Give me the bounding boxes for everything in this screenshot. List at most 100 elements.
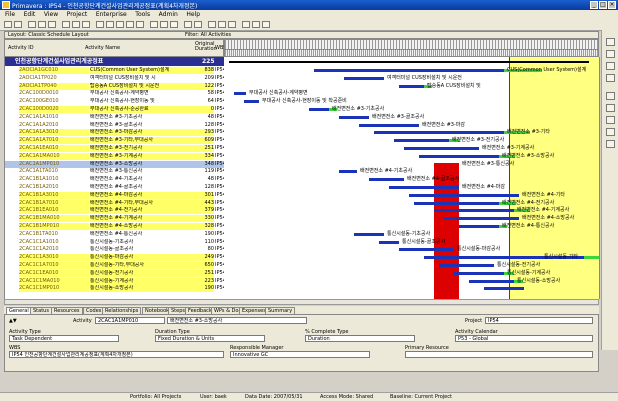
close-button[interactable]: × [608, 1, 616, 9]
table-row[interactable]: 2CAC1C1A3010 통신시설동-마감공사 249 IP54 [5, 254, 225, 262]
activity-bar[interactable] [314, 69, 504, 72]
assignments-icon[interactable] [606, 104, 615, 112]
gantt-timescale[interactable] [224, 39, 599, 57]
level-icon[interactable] [218, 21, 226, 28]
activity-bar[interactable] [434, 162, 459, 299]
activity-type-select[interactable]: Task Dependent [9, 335, 119, 342]
cut-icon[interactable] [62, 21, 70, 28]
directory-icon[interactable] [606, 50, 615, 58]
zoom-fit-icon[interactable] [262, 21, 270, 28]
table-row[interactable]: 2CAC100GE010 부대공사 신축공사-현장이동 및 64 IP54 [5, 98, 225, 105]
menu-view[interactable]: View [44, 10, 58, 19]
table-row[interactable]: 2CAC1B1MP010 배전변전소 #4-소방공사 328 IP54 [5, 223, 225, 230]
table-row[interactable]: 2CAC1A1A3010 배전변전소 #3-마감공사 293 IP54 [5, 129, 225, 137]
menu-tools[interactable]: Tools [135, 10, 150, 19]
table-row[interactable]: 2CAC1C1MA010 통신시설동-기계공사 223 IP54 [5, 277, 225, 285]
duration-type-select[interactable]: Fixed Duration & Units [155, 335, 265, 342]
table-row[interactable]: 2CAC1A1A7010 배전변전소 #3-기타,부대공사 609 IP54 [5, 137, 225, 145]
table-row[interactable]: 2CAC1B1A3010 배전변전소 #4-마감공사 301 IP54 [5, 191, 225, 199]
table-row[interactable]: 2CAC1A1MP010 배전변전소 #3-소방공사 348 IP54 [5, 160, 225, 168]
menu-file[interactable]: File [5, 10, 15, 19]
activity-bar[interactable] [399, 248, 454, 252]
wbs-strip-icon[interactable] [606, 74, 615, 82]
layout-icon[interactable] [150, 21, 158, 28]
open-icon[interactable] [28, 21, 36, 28]
activity-bar[interactable] [309, 108, 329, 111]
activity-bar[interactable] [234, 92, 246, 96]
table-row[interactable]: 2CAC1A1A2010 배전변전소 #3-골조공사 128 IP54 [5, 122, 225, 129]
activity-bar[interactable] [339, 115, 369, 119]
primary-resource-field[interactable] [405, 351, 593, 358]
table-row[interactable]: 2CAC1A1EA010 배전변전소 #3-전기공사 251 IP54 [5, 145, 225, 152]
close-view-icon[interactable] [606, 38, 615, 46]
columns-icon[interactable] [160, 21, 168, 28]
activity-bar[interactable] [439, 264, 494, 267]
table-row[interactable]: 2CAC1A1TA010 배전변전소 #3-통신공사 119 IP54 [5, 168, 225, 175]
table-row[interactable]: 2CAC1B1TA010 배전변전소 #4-통신공사 190 IP54 [5, 231, 225, 238]
table-row[interactable]: 2CAC1C1A7010 통신시설동-기타,부대공사 650 IP54 [5, 262, 225, 269]
menu-enterprise[interactable]: Enterprise [96, 10, 127, 19]
activity-bar[interactable] [404, 147, 479, 150]
pct-type-select[interactable]: Duration [305, 335, 415, 342]
forward-icon[interactable] [14, 21, 22, 28]
table-row[interactable]: 2CAC1A1MA010 배전변전소 #3-기계공사 334 IP54 [5, 152, 225, 160]
activity-bar[interactable] [394, 139, 449, 143]
print-preview-icon[interactable] [48, 21, 56, 28]
activity-bar[interactable] [374, 131, 504, 135]
menu-project[interactable]: Project [67, 10, 88, 19]
back-icon[interactable] [4, 21, 12, 28]
activity-id-field[interactable]: 2CAC1A1MP010 [95, 317, 165, 324]
table-row[interactable]: 2AOCIA1GC010 CUS(Common User System)설계 838… [5, 67, 225, 74]
print-icon[interactable] [38, 21, 46, 28]
tracking-icon[interactable] [136, 21, 144, 28]
wbs-icon[interactable] [106, 21, 114, 28]
bars-icon[interactable] [170, 21, 178, 28]
table-row[interactable]: 2CAC1B1A7010 배전변전소 #4-기타,부대공사 443 IP54 [5, 199, 225, 207]
table-row[interactable]: 2CAC100D0010 부대공사 신축공사-계약평면 58 IP54 [5, 90, 225, 97]
activity-bar[interactable] [469, 279, 514, 283]
manager-field[interactable]: Innovative GC [230, 351, 370, 358]
activity-bar[interactable] [434, 209, 514, 213]
activity-bar[interactable] [414, 201, 499, 205]
zoom-out-icon[interactable] [252, 21, 260, 28]
issues-icon[interactable] [606, 128, 615, 136]
table-row[interactable]: 2CAC1B1A2010 배전변전소 #4-골조공사 128 IP54 [5, 184, 225, 191]
activity-bar[interactable] [389, 186, 459, 189]
copy-icon[interactable] [72, 21, 80, 28]
activity-bar[interactable] [339, 170, 357, 174]
col-original-duration[interactable]: Original Duration [195, 42, 217, 52]
table-row[interactable]: 2CAC1A1A1010 배전변전소 #3-기초공사 48 IP54 [5, 114, 225, 121]
menu-help[interactable]: Help [186, 10, 200, 19]
activity-bar[interactable] [409, 193, 519, 197]
zoom-in-icon[interactable] [242, 21, 250, 28]
activity-name-field[interactable]: 배전변전소 #3-소방공사 [167, 317, 307, 324]
menu-admin[interactable]: Admin [159, 10, 178, 19]
timescale-icon[interactable] [228, 21, 236, 28]
wbs-summary-bar[interactable] [229, 61, 589, 63]
table-row[interactable]: 2CAC1C1A1010 통신시설동-기초공사 110 IP54 [5, 239, 225, 246]
work-products-icon[interactable] [606, 116, 615, 124]
paste-icon[interactable] [82, 21, 90, 28]
table-row[interactable]: 2CAC1B1MA010 배전변전소 #4-기계공사 330 IP54 [5, 215, 225, 223]
filter-name[interactable]: Filter: All Activities [185, 32, 231, 39]
activity-bar[interactable] [369, 178, 404, 182]
activities-icon[interactable] [116, 21, 124, 28]
activity-bar[interactable] [359, 123, 419, 127]
menu-edit[interactable]: Edit [24, 10, 36, 19]
wbs-field[interactable]: IP54 인천공항단계건설사업관리계공정표(계획4차개정본) [9, 351, 224, 358]
table-row[interactable]: 2AOCIA1TP020 여객터미널 CUS장비설치 및 시 209 IP54 [5, 75, 225, 82]
activities-strip-icon[interactable] [606, 92, 615, 100]
table-row[interactable]: 2CAC1B1EA010 배전변전소 #4-전기공사 379 IP54 [5, 207, 225, 215]
activity-bar[interactable] [354, 232, 384, 236]
table-row[interactable]: 2CAC1C1MP010 통신시설동-소방공사 190 IP54 [5, 285, 225, 293]
activity-bar[interactable] [484, 287, 524, 291]
table-row[interactable]: 2CAC1B1A1010 배전변전소 #4-기초공사 48 IP54 [5, 176, 225, 183]
minimize-button[interactable]: _ [590, 1, 598, 9]
maximize-button[interactable]: □ [599, 1, 607, 9]
layout-name[interactable]: Layout: Classic Schedule Layout [8, 32, 89, 39]
horizontal-scrollbar[interactable] [4, 299, 599, 305]
activity-bar[interactable] [344, 76, 384, 80]
wbs-row[interactable]: 인천공항단계건설사업관리계공정표 2250 [5, 57, 225, 66]
activity-bar[interactable] [459, 225, 499, 228]
activity-bar[interactable] [379, 240, 399, 244]
